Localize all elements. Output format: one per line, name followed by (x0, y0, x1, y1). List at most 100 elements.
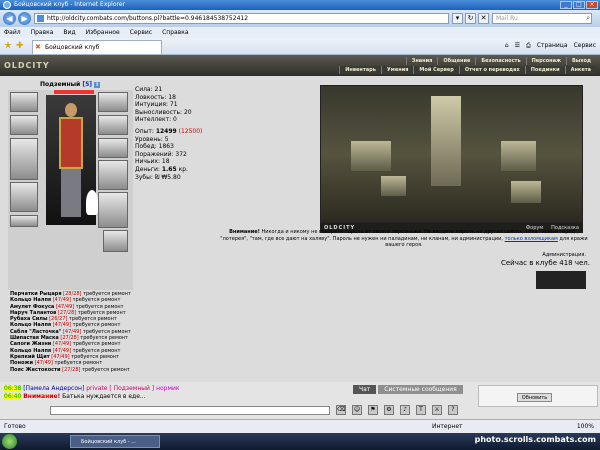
nav-server[interactable]: Мой Сервер (413, 66, 458, 74)
tab-combats[interactable]: ✖ Бойцовский клуб (32, 40, 162, 54)
command-bar: ⌂ ☰ ⎙ Страница Сервис (505, 42, 596, 50)
building-bottom-left[interactable] (381, 176, 406, 196)
building-left[interactable] (351, 141, 391, 171)
gloves-slot[interactable] (98, 138, 128, 158)
menu-tools[interactable]: Сервис (130, 27, 152, 38)
minimize-button[interactable]: _ (560, 1, 572, 9)
refresh-icon[interactable]: ↻ (465, 13, 476, 24)
nav-exit[interactable]: Выход (565, 57, 596, 65)
bracer-slot[interactable] (10, 115, 38, 135)
favorites-star-icon[interactable]: ★ (4, 41, 12, 51)
chat-input[interactable] (50, 406, 330, 415)
page-menu[interactable]: Страница (537, 42, 568, 50)
nav-character[interactable]: Персонаж (525, 57, 566, 65)
character-nick: Подземный (40, 81, 81, 88)
menu-view[interactable]: Вид (63, 27, 75, 38)
weapon-slot[interactable] (10, 138, 38, 180)
address-bar: ◀ ▶ http://oldcity.combats.com/buttons.p… (0, 10, 600, 27)
portrait-legs (61, 169, 81, 217)
counter-banner[interactable] (536, 271, 586, 289)
start-button[interactable] (2, 434, 17, 449)
taskbar: Бойцовский клуб - ... photo.scrolls.comb… (0, 433, 600, 450)
close-window-button[interactable]: × (586, 1, 598, 9)
hp-bar (54, 90, 94, 94)
tab-system-messages[interactable]: Системные сообщения (378, 385, 463, 394)
sound-icon[interactable]: ♪ (400, 405, 410, 415)
zoom-level[interactable]: 100% (577, 420, 594, 434)
search-icon[interactable]: ⌕ (586, 14, 590, 23)
chat-message: 06:38 [Памела Андерсон] private [ Подзем… (4, 385, 180, 392)
nav-transfers[interactable]: Отчет о переводах (458, 66, 525, 74)
stat-strength: Сила: 21 (135, 86, 163, 93)
settings-icon[interactable]: ⚙ (384, 405, 394, 415)
search-placeholder: Mail.Ru (496, 15, 518, 22)
filter-icon[interactable]: ⚑ (368, 405, 378, 415)
chat-tabs: Чат Системные сообщения (353, 385, 463, 394)
city-scene[interactable] (320, 85, 583, 223)
belt-slot[interactable] (10, 215, 38, 227)
nav-knowledge[interactable]: Знания (405, 57, 438, 65)
building-right[interactable] (501, 141, 536, 171)
print-icon[interactable]: ⎙ (526, 42, 531, 50)
battle-icon[interactable]: ⚔ (432, 405, 442, 415)
tab-label: Бойцовский клуб (45, 44, 100, 51)
help-icon[interactable]: ? (448, 405, 458, 415)
password-warning: Внимание! Никогда и никому не говорите п… (220, 229, 588, 248)
amulet-slot[interactable] (98, 92, 128, 112)
online-count: Сейчас в клубе 418 чел. (500, 259, 590, 267)
tools-menu[interactable]: Сервис (574, 42, 596, 50)
character-stats: Сила: 21 Ловкость: 18 Интуиция: 71 Вынос… (135, 86, 202, 181)
url-field[interactable]: http://oldcity.combats.com/buttons.pl?ba… (34, 13, 449, 24)
search-field[interactable]: Mail.Ru ⌕ (492, 13, 592, 24)
info-icon[interactable]: i (94, 82, 101, 88)
warning-link[interactable]: только взломщикам (505, 236, 558, 242)
helmet-slot[interactable] (10, 92, 38, 112)
boots-slot[interactable] (103, 230, 128, 252)
shield-slot[interactable] (98, 160, 128, 190)
game-nav-bottom: Инвентарь Умения Мой Сервер Отчет о пере… (339, 66, 596, 74)
nav-profile[interactable]: Анкета (564, 66, 596, 74)
menu-edit[interactable]: Правка (31, 27, 54, 38)
feeds-icon[interactable]: ☰ (515, 42, 520, 50)
status-bar: Готово Интернет 100% (0, 419, 600, 433)
menu-favorites[interactable]: Избранное (86, 27, 120, 38)
game-header: OLDCITY Знания Общение Безопасность Перс… (0, 55, 600, 76)
dropdown-icon[interactable]: ▾ (452, 13, 463, 24)
home-icon[interactable]: ⌂ (505, 42, 509, 50)
equipment-panel (8, 90, 133, 290)
smiley-icon[interactable]: ☺ (352, 405, 362, 415)
stat-stamina: Выносливость: 20 (135, 108, 192, 116)
nav-skills[interactable]: Умения (380, 66, 414, 74)
nav-chat[interactable]: Общение (437, 57, 475, 65)
page-icon (37, 15, 44, 22)
armor-slot[interactable] (10, 182, 38, 212)
portrait-armor (59, 117, 83, 169)
chat-log: 06:38 [Памела Андерсон] private [ Подзем… (4, 385, 354, 401)
character-name[interactable]: Подземный [5] i (40, 81, 101, 88)
ring-slot[interactable] (98, 115, 128, 135)
nav-security[interactable]: Безопасность (475, 57, 525, 65)
address-tools: ▾ ↻ ✕ (452, 13, 489, 24)
forward-button[interactable]: ▶ (18, 12, 31, 25)
stop-icon[interactable]: ✕ (478, 13, 489, 24)
back-button[interactable]: ◀ (3, 12, 16, 25)
nav-inventory[interactable]: Инвентарь (339, 66, 381, 74)
maximize-button[interactable]: □ (573, 1, 585, 9)
url-text: http://oldcity.combats.com/buttons.pl?ba… (47, 15, 249, 22)
character-portrait[interactable] (46, 95, 98, 225)
tab-chat[interactable]: Чат (353, 385, 377, 394)
menu-file[interactable]: Файл (4, 27, 21, 38)
refresh-button[interactable]: Обновить (517, 393, 552, 402)
window-title: Бойцовский клуб - Internet Explorer (14, 1, 126, 8)
clear-icon[interactable]: ⌫ (336, 405, 346, 415)
translit-icon[interactable]: T (416, 405, 426, 415)
chat-message: 06:40 Внимание! Батька нуждается в еде..… (4, 393, 146, 400)
taskbar-item[interactable]: Бойцовский клуб - ... (70, 435, 160, 448)
character-level: [5] (82, 81, 92, 88)
menu-help[interactable]: Справка (162, 27, 188, 38)
leggings-slot[interactable] (98, 192, 128, 228)
add-favorite-icon[interactable]: ✚ (16, 41, 24, 51)
building-bottom-right[interactable] (511, 181, 541, 203)
nav-duels[interactable]: Поединки (524, 66, 565, 74)
central-tower[interactable] (431, 96, 461, 186)
